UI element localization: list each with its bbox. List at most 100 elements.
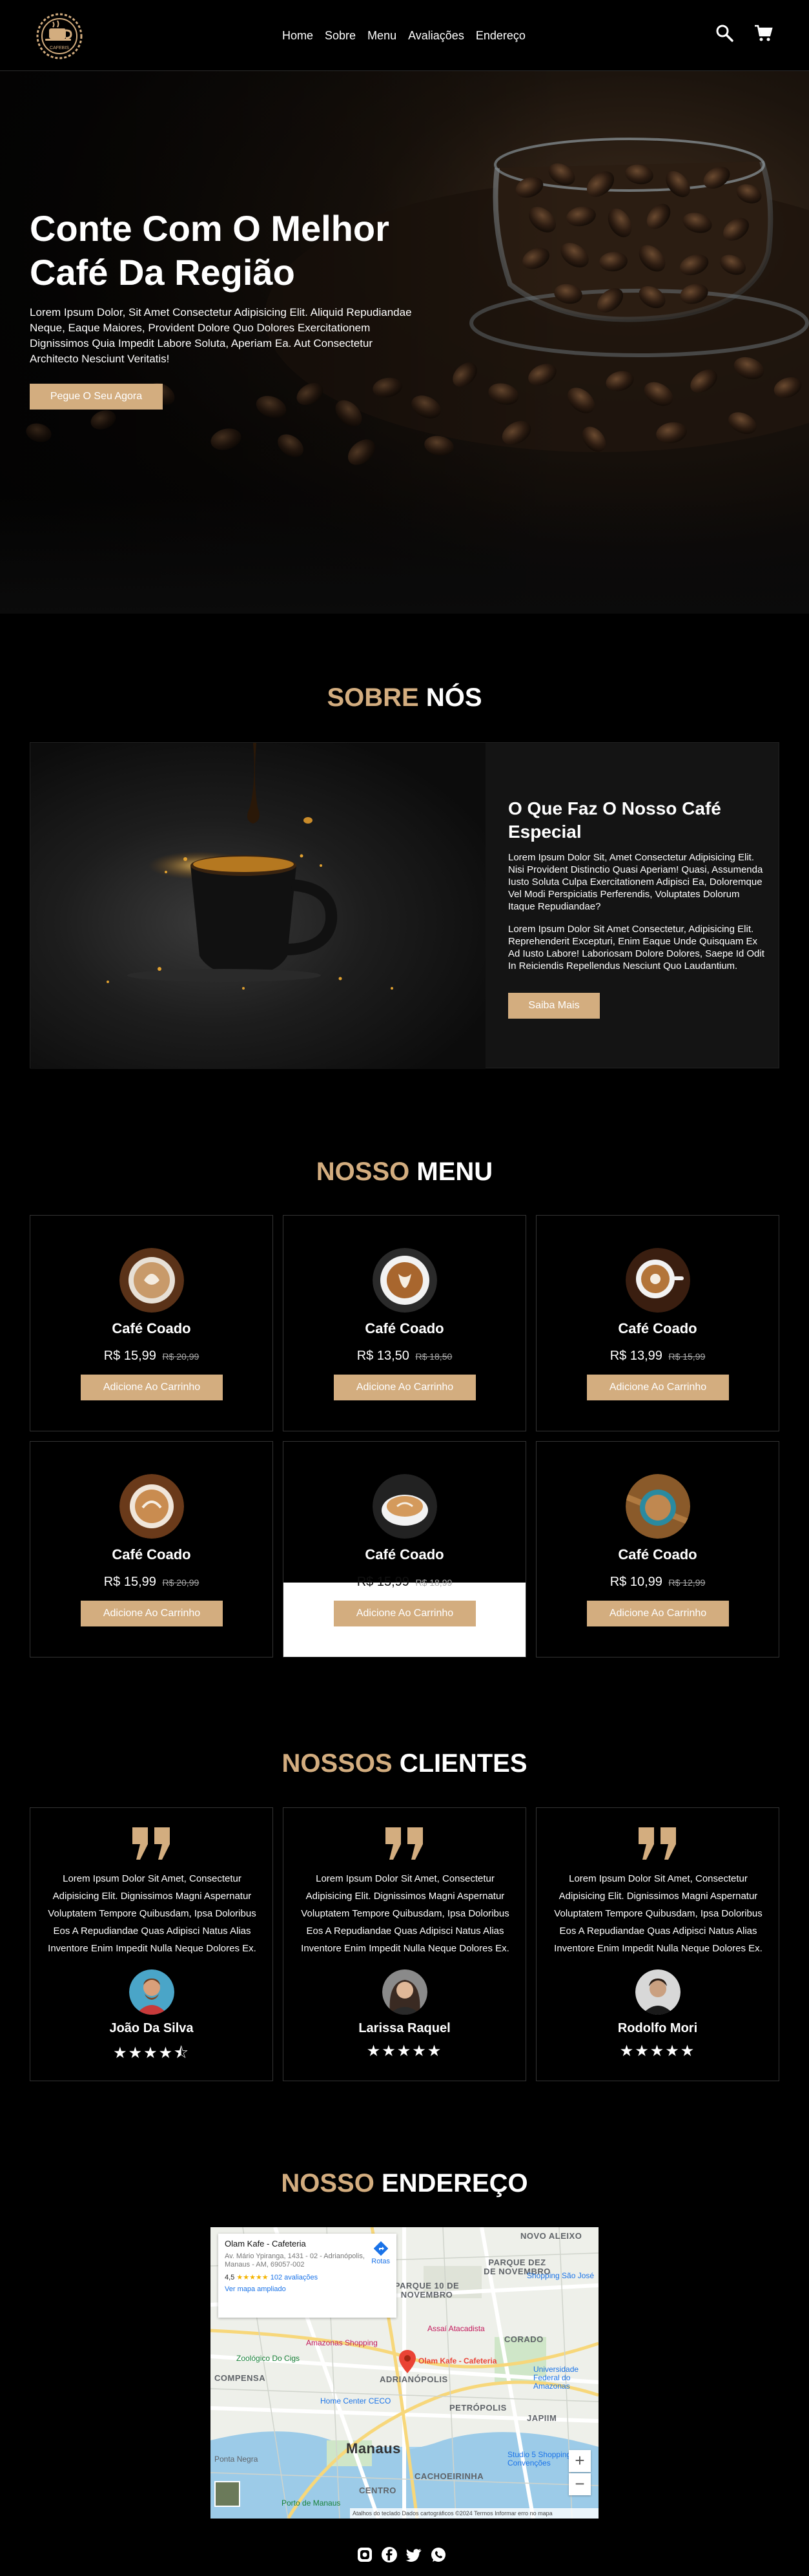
about-more-button[interactable]: Saiba Mais: [508, 993, 600, 1019]
quote-icon: [384, 1827, 425, 1860]
twitter-icon[interactable]: [405, 2546, 422, 2563]
hero-title: Conte Com O Melhor Café Da Região: [30, 207, 469, 295]
coffee-image: [119, 1248, 184, 1313]
add-to-cart-button[interactable]: Adicione Ao Carrinho: [587, 1601, 729, 1626]
zoom-in-button[interactable]: +: [569, 2450, 591, 2472]
map-label: CENTRO: [359, 2486, 396, 2495]
map-place[interactable]: Amazonas Shopping: [306, 2338, 378, 2347]
header: CAFEBIS Home Sobre Menu Avaliações Ender…: [0, 0, 809, 71]
instagram-icon[interactable]: [356, 2546, 373, 2563]
about-title: Sobre Nós: [0, 683, 809, 712]
nav-home[interactable]: Home: [276, 26, 319, 45]
reviewer-name: Rodolfo Mori: [617, 2021, 698, 2035]
menu-item-price: R$ 15,99 R$ 18,99: [356, 1575, 453, 1589]
map-label: Manaus: [346, 2440, 401, 2457]
map-thumbnail[interactable]: [214, 2481, 240, 2507]
menu-item-price: R$ 15,99 R$ 20,99: [103, 1575, 200, 1589]
menu-item-name: Café Coado: [112, 1546, 191, 1563]
map-rating-stars: ★★★★★: [236, 2274, 269, 2281]
directions-label: Rotas: [371, 2258, 390, 2265]
coffee-image: [373, 1474, 437, 1539]
menu-item-price: R$ 10,99 R$ 12,99: [609, 1575, 706, 1589]
map-reviews-link[interactable]: 102 avaliações: [271, 2274, 318, 2281]
menu-item-card: Café Coado R$ 15,99 R$ 18,99 Adicione Ao…: [283, 1441, 526, 1657]
add-to-cart-button[interactable]: Adicione Ao Carrinho: [334, 1601, 476, 1626]
menu-item-price: R$ 15,99 R$ 20,99: [103, 1349, 200, 1363]
map-place-address: Av. Mário Ypiranga, 1431 - 02 - Adrianóp…: [225, 2252, 365, 2269]
cart-icon[interactable]: [753, 23, 773, 43]
nav-menu[interactable]: Menu: [362, 26, 402, 45]
map-place[interactable]: Universidade Federal do Amazonas: [533, 2365, 595, 2391]
address-title-accent: Nosso: [281, 2169, 374, 2197]
map-place[interactable]: Assaí Atacadista: [427, 2324, 485, 2333]
menu-item-card: Café Coado R$ 10,99 R$ 12,99 Adicione Ao…: [536, 1441, 779, 1657]
about-paragraph-2: Lorem Ipsum Dolor Sit Amet Consectetur, …: [508, 924, 764, 971]
hero-title-line2: Café Da Região: [30, 252, 295, 293]
map-pin-label: Olam Kafe - Cafeteria: [418, 2356, 497, 2365]
add-to-cart-button[interactable]: Adicione Ao Carrinho: [81, 1601, 223, 1626]
directions-button[interactable]: Rotas: [371, 2241, 390, 2265]
menu-title-accent: Nosso: [316, 1158, 410, 1186]
rating-stars: ★★★★★: [619, 2042, 696, 2060]
coffee-cup-image: [30, 743, 486, 1069]
logo[interactable]: CAFEBIS: [30, 6, 89, 66]
menu-item-old-price: R$ 12,99: [668, 1577, 706, 1588]
nav-endereco[interactable]: Endereço: [470, 26, 531, 45]
main-nav: Home Sobre Menu Avaliações Endereço: [276, 26, 531, 45]
search-icon[interactable]: [715, 23, 734, 43]
whatsapp-icon[interactable]: [430, 2546, 447, 2563]
menu-item-card: Café Coado R$ 13,50 R$ 18,50 Adicione Ao…: [283, 1215, 526, 1431]
logo-text: CAFEBIS: [50, 46, 69, 50]
reviews-title-accent: Nossos: [282, 1749, 393, 1778]
about-content: O Que Faz O Nosso Café Especial Lorem Ip…: [508, 797, 766, 1019]
about-paragraph-1: Lorem Ipsum Dolor Sit, Amet Consectetur …: [508, 852, 763, 912]
map-label: PARQUE 10 DE NOVEMBRO: [394, 2281, 460, 2300]
coffee-image: [119, 1474, 184, 1539]
google-map[interactable]: NOVO ALEIXO PARQUE DEZ DE NOVEMBRO PARQU…: [210, 2227, 599, 2519]
map-label: COMPENSA: [214, 2373, 266, 2383]
map-place[interactable]: Home Center CECO: [320, 2396, 391, 2405]
map-label: NOVO ALEIXO: [520, 2231, 582, 2241]
rating-stars: ★★★★★: [366, 2042, 443, 2060]
zoom-out-button[interactable]: −: [569, 2473, 591, 2495]
menu-item-old-price: R$ 18,99: [415, 1577, 453, 1588]
add-to-cart-button[interactable]: Adicione Ao Carrinho: [587, 1375, 729, 1400]
facebook-icon[interactable]: [381, 2546, 398, 2563]
hero-text: Lorem Ipsum Dolor, Sit Amet Consectetur …: [30, 306, 412, 365]
map-place[interactable]: Studio 5 Shopping e Convenções: [507, 2451, 579, 2467]
map-larger-link[interactable]: Ver mapa ampliado: [225, 2285, 390, 2293]
coffee-image: [373, 1248, 437, 1313]
quote-icon: [637, 1827, 679, 1860]
map-place[interactable]: Shopping São José: [527, 2271, 594, 2280]
hero-section: Conte Com O Melhor Café Da Região Lorem I…: [0, 71, 809, 614]
menu-item-name: Café Coado: [365, 1320, 444, 1336]
menu-item-card: Café Coado R$ 15,99 R$ 20,99 Adicione Ao…: [30, 1215, 273, 1431]
map-place[interactable]: Zoológico Do Cigs: [236, 2354, 300, 2363]
address-title: Nosso Endereço: [0, 2169, 809, 2198]
add-to-cart-button[interactable]: Adicione Ao Carrinho: [334, 1375, 476, 1400]
menu-item-card: Café Coado R$ 13,99 R$ 15,99 Adicione Ao…: [536, 1215, 779, 1431]
about-heading: O Que Faz O Nosso Café Especial: [508, 798, 721, 842]
directions-icon: [373, 2241, 388, 2256]
map-place[interactable]: Porto de Manaus: [282, 2498, 340, 2508]
avatar: [382, 1969, 427, 2015]
avatar: [635, 1969, 681, 2015]
coffee-image: [626, 1474, 690, 1539]
rating-stars: ★★★★⯪: [113, 2044, 190, 2062]
add-to-cart-button[interactable]: Adicione Ao Carrinho: [81, 1375, 223, 1400]
header-icons: [715, 23, 773, 43]
nav-sobre[interactable]: Sobre: [319, 26, 362, 45]
review-card: Lorem Ipsum Dolor Sit Amet, Consectetur …: [536, 1807, 779, 2081]
menu-title: Nosso Menu: [0, 1158, 809, 1187]
map-place-title: Olam Kafe - Cafeteria: [225, 2239, 306, 2249]
menu-item-name: Café Coado: [618, 1546, 697, 1563]
hero-cta-button[interactable]: Pegue O Seu Agora: [30, 384, 163, 410]
map-pin-icon[interactable]: [399, 2350, 416, 2376]
reviewer-name: João Da Silva: [109, 2021, 194, 2035]
map-label: CACHOEIRINHA: [415, 2471, 484, 2481]
map-place[interactable]: Ponta Negra: [214, 2455, 258, 2464]
avatar: [129, 1969, 174, 2015]
quote-icon: [131, 1827, 172, 1860]
nav-avaliacoes[interactable]: Avaliações: [402, 26, 470, 45]
map-place-card: Olam Kafe - Cafeteria Av. Mário Ypiranga…: [218, 2234, 396, 2318]
